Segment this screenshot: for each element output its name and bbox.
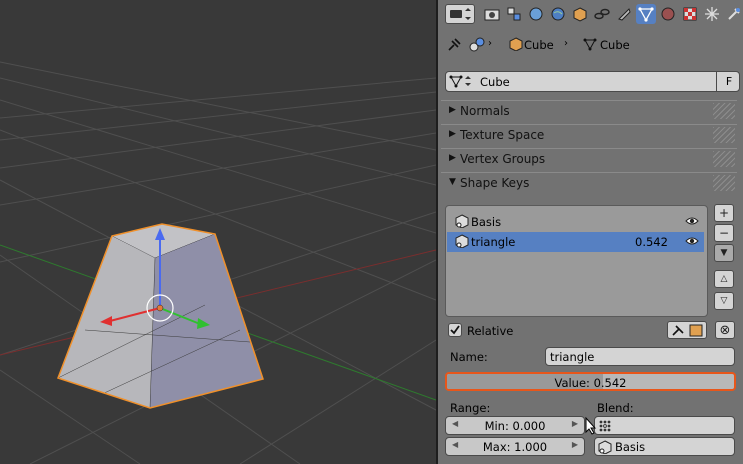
- render-icon[interactable]: [482, 4, 502, 24]
- drag-handle[interactable]: [713, 175, 735, 191]
- drag-handle[interactable]: [713, 103, 735, 119]
- add-shape-key-button[interactable]: +: [714, 204, 734, 222]
- properties-editor: › Cube › Cube Cube F ▶ Normals ▶ Texture…: [438, 0, 743, 464]
- specials-menu-button[interactable]: ▼: [714, 244, 734, 262]
- expand-triangle-icon: ▶: [449, 105, 456, 115]
- vertex-group-icon: [598, 419, 612, 436]
- context-tabs: [438, 0, 743, 28]
- mesh-vertex-icon: [583, 37, 597, 54]
- shape-key-name-value[interactable]: triangle: [550, 350, 594, 364]
- move-down-button[interactable]: ▽: [714, 292, 734, 310]
- expand-triangle-icon: ▶: [449, 153, 456, 163]
- expand-triangle-icon: ▶: [449, 129, 456, 139]
- scene-icon[interactable]: [526, 4, 546, 24]
- panel-shape-keys[interactable]: ▼ Shape Keys: [441, 172, 737, 197]
- panel-texture-space-label: Texture Space: [460, 128, 545, 142]
- relative-key-value[interactable]: Basis: [615, 440, 645, 454]
- move-up-button[interactable]: △: [714, 270, 734, 288]
- mesh-datablock-field[interactable]: Cube F: [445, 71, 740, 92]
- panel-normals[interactable]: ▶ Normals: [441, 100, 737, 123]
- clear-shape-keys-button[interactable]: ⊗: [715, 321, 735, 339]
- mesh-data-icon[interactable]: [636, 4, 656, 24]
- chevron-up-icon: △: [720, 274, 728, 284]
- shape-key-name[interactable]: triangle: [471, 235, 515, 249]
- breadcrumb-mesh: Cube: [600, 38, 630, 52]
- drag-handle[interactable]: [713, 127, 735, 143]
- range-label: Range:: [450, 401, 491, 415]
- shape-key-icon: [598, 440, 612, 457]
- physics-icon[interactable]: [724, 4, 743, 24]
- shape-key-lock-buttons[interactable]: [667, 321, 707, 339]
- viewport-canvas[interactable]: [0, 0, 436, 464]
- name-label: Name:: [450, 350, 488, 364]
- 3d-viewport[interactable]: [0, 0, 436, 464]
- value-slider-label: Value: 0.542: [554, 376, 627, 390]
- checkmark-icon: [450, 325, 460, 335]
- blend-label: Blend:: [597, 401, 634, 415]
- chevron-right-icon: ›: [488, 38, 492, 49]
- world-icon[interactable]: [548, 4, 568, 24]
- material-icon[interactable]: [658, 4, 678, 24]
- shape-key-name-field[interactable]: triangle: [545, 347, 735, 366]
- minus-icon: −: [718, 226, 730, 240]
- min-slider[interactable]: ◀ Min: 0.000 ▶: [445, 416, 585, 435]
- remove-shape-key-button[interactable]: −: [714, 224, 734, 242]
- value-slider[interactable]: Value: 0.542: [445, 372, 736, 391]
- max-slider[interactable]: ◀ Max: 1.000 ▶: [445, 437, 585, 456]
- panel-vertex-groups-label: Vertex Groups: [460, 152, 546, 166]
- shape-key-icon: [455, 234, 469, 251]
- panel-normals-label: Normals: [460, 104, 510, 118]
- editor-type-menu[interactable]: [445, 4, 475, 24]
- object-cube-icon: [509, 37, 523, 54]
- particles-icon[interactable]: [702, 4, 722, 24]
- shape-key-row-basis[interactable]: Basis: [447, 212, 704, 232]
- mesh-browse-icon[interactable]: [449, 73, 475, 92]
- drag-handle[interactable]: [713, 151, 735, 167]
- increment-arrow-icon[interactable]: ▶: [572, 440, 578, 449]
- plus-icon: +: [718, 206, 730, 220]
- relative-checkbox[interactable]: [448, 323, 462, 337]
- shape-key-list[interactable]: Basis triangle 0.542: [445, 205, 708, 317]
- max-value: Max: 1.000: [482, 440, 548, 454]
- relative-label: Relative: [467, 324, 514, 338]
- render-layers-icon[interactable]: [504, 4, 524, 24]
- chevron-right-icon: ›: [564, 38, 568, 49]
- mouse-cursor-icon: [585, 416, 597, 438]
- shape-key-row-triangle[interactable]: triangle 0.542: [447, 232, 704, 252]
- pin-icon[interactable]: [446, 37, 462, 56]
- texture-icon[interactable]: [680, 4, 700, 24]
- shape-key-icon: [455, 214, 469, 231]
- close-icon: ⊗: [719, 322, 731, 338]
- fake-user-button[interactable]: F: [716, 71, 741, 92]
- shape-key-value[interactable]: 0.542: [635, 235, 668, 249]
- min-value: Min: 0.000: [484, 419, 546, 433]
- collapse-triangle-icon: ▼: [449, 177, 456, 187]
- dropdown-arrow-icon: ▼: [720, 248, 728, 258]
- panel-shape-keys-label: Shape Keys: [460, 176, 530, 190]
- increment-arrow-icon[interactable]: ▶: [572, 419, 578, 428]
- shape-key-name[interactable]: Basis: [471, 215, 501, 229]
- vertex-group-field[interactable]: [594, 416, 735, 435]
- eye-icon[interactable]: [685, 215, 699, 230]
- chevron-down-icon: ▽: [720, 296, 728, 306]
- modifiers-icon[interactable]: [614, 4, 634, 24]
- breadcrumb-object: Cube: [524, 38, 554, 52]
- eye-icon[interactable]: [685, 235, 699, 250]
- relative-key-field[interactable]: Basis: [594, 437, 735, 456]
- panel-texture-space[interactable]: ▶ Texture Space: [441, 124, 737, 147]
- scene-objects-icon: [469, 37, 485, 56]
- mesh-datablock-name[interactable]: Cube: [480, 75, 510, 89]
- constraints-icon[interactable]: [592, 4, 612, 24]
- object-icon[interactable]: [570, 4, 590, 24]
- panel-vertex-groups[interactable]: ▶ Vertex Groups: [441, 148, 737, 171]
